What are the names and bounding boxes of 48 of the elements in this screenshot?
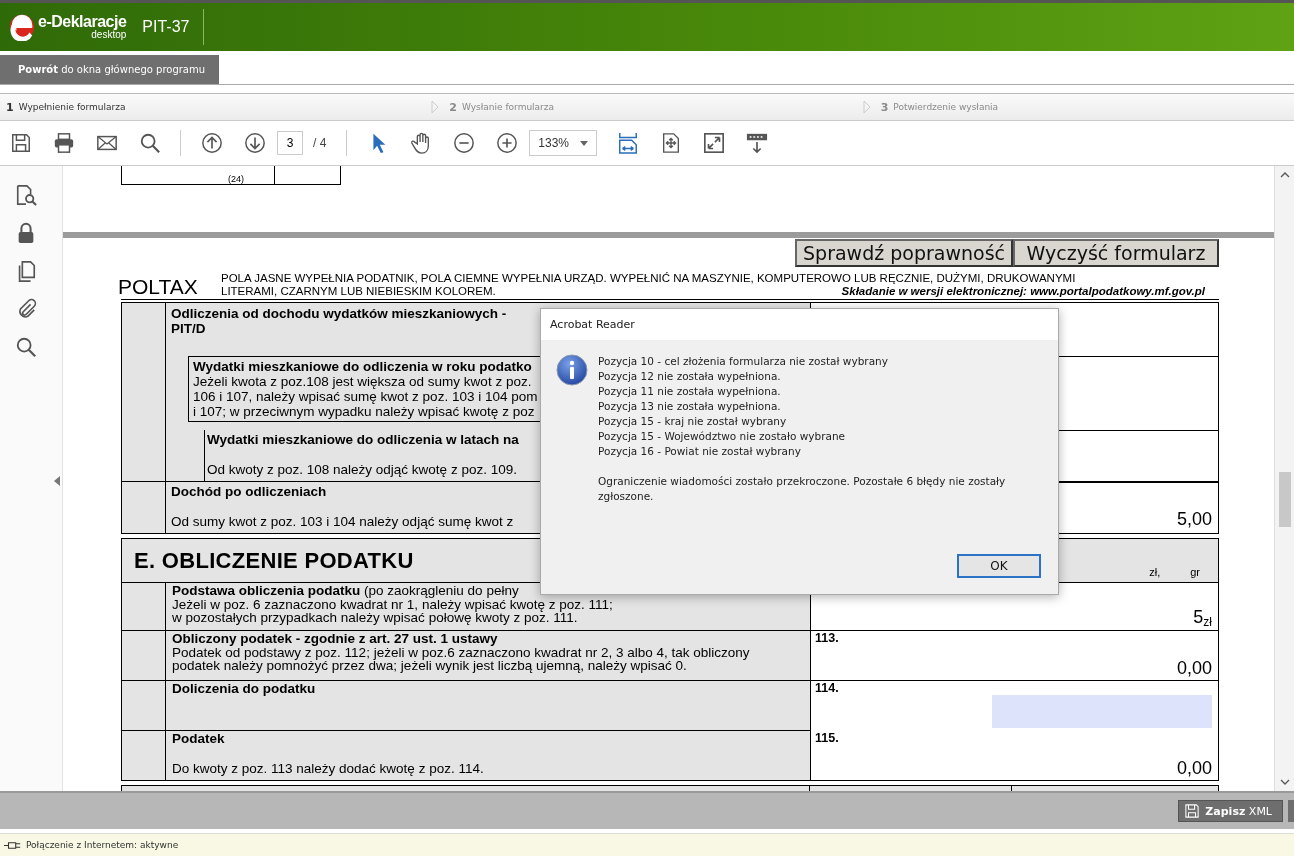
- poltax-label: POLTAX: [118, 276, 199, 298]
- field-title: Obliczony podatek - zgodnie z art. 27 ust. 1 ustawy: [172, 632, 498, 646]
- app-logo-name: e-Deklaracje: [38, 14, 127, 30]
- error-message: Pozycja 15 - kraj nie został wybrany: [598, 414, 788, 429]
- form-code-edition: (24): [228, 174, 244, 184]
- error-message: Pozycja 10 - cel złożenia formularza nie został wybrany: [598, 354, 889, 369]
- error-message: Pozycja 15 - Województwo nie zostało wybrane: [598, 429, 847, 444]
- app-logo-subtitle: desktop: [91, 30, 127, 40]
- error-message: Pozycja 16 - Powiat nie został wybrany: [598, 444, 802, 459]
- field-number: 115.: [815, 732, 840, 745]
- field-instruction: Od kwoty z poz. 108 należy odjąć kwotę z poz. 109.: [207, 462, 517, 477]
- field-number: 114.: [815, 682, 840, 695]
- section-title: E. OBLICZENIE PODATKU: [134, 547, 414, 574]
- field-number: 113.: [815, 632, 840, 645]
- field-instruction: w pozostałych przypadkach należy wpisać połowę kwoty z poz. 111.: [172, 611, 578, 625]
- form-title: PIT-37: [142, 18, 190, 36]
- field-value: 5,00: [1176, 509, 1212, 530]
- error-message: Pozycja 11 nie została wypełniona.: [598, 384, 782, 399]
- field-instruction: Od sumy kwot z poz. 103 i 104 należy odjąć sumę kwot z: [171, 514, 514, 529]
- dialog-note: Ograniczenie wiadomości zostało przekroczone. Pozostałe 6 błędy nie zostały zgłoszone.: [598, 474, 1007, 504]
- field-instruction: Podatek od podstawy z poz. 112; jeżeli w poz.6 zaznaczono kwadrat nr 2, 3 albo 4, tak obliczony: [172, 645, 750, 659]
- field-value: 5$_{zł}$: [1193, 607, 1212, 629]
- field-title: Doliczenia do podatku: [172, 682, 316, 696]
- electronic-filing-note: Składanie w wersji elektronicznej: www.portalpodatkowy.mf.gov.pl: [841, 285, 1205, 298]
- connection-status: Połączenie z Internetem: aktywne: [26, 840, 179, 850]
- field-title: Podstawa obliczenia podatku (po zaokrągleniu do pełny: [172, 584, 519, 598]
- field-title: Wydatki mieszkaniowe do odliczenia w latach na: [207, 432, 519, 447]
- unit-label: zł,: [1149, 566, 1161, 578]
- error-message: Pozycja 12 nie została wypełniona.: [598, 369, 782, 384]
- field-instruction: Jeżeli kwota z poz.108 jest większa od sumy kwot z poz.: [193, 374, 532, 389]
- field-instruction: Jeżeli w poz. 6 zaznaczono kwadrat nr 1, należy wpisać kwotę z poz. 111;: [172, 597, 613, 611]
- field-instruction: podatek należy pomnożyć przez dwa; jeżeli wynik jest liczbą ujemną, należy wpisać 0.: [172, 659, 687, 673]
- field-title: Dochód po odliczeniach: [171, 484, 327, 499]
- field-title: Podatek: [172, 732, 225, 746]
- instruction-text: POLA JASNE WYPEŁNIA PODATNIK, POLA CIEMNE WYPEŁNIA URZĄD. WYPEŁNIĆ NA MASZYNIE, KOMPUTEROWO LUB RĘCZNIE, DUŻYMI, DRUKOWANYMI: [221, 272, 1076, 285]
- field-instruction: PIT/D: [171, 321, 206, 336]
- unit-label: gr: [1190, 566, 1200, 578]
- field-instruction: 106 i 107, należy wpisać sumę kwot z poz. 103 i 104 pom: [193, 389, 538, 404]
- field-value: 0,00: [1176, 658, 1212, 679]
- field-value: 0,00: [1176, 758, 1212, 779]
- field-instruction: Do kwoty z poz. 113 należy dodać kwotę z poz. 114.: [172, 761, 484, 775]
- field-instruction: i 107; w przeciwnym wypadku należy wpisać kwotę z poz: [193, 404, 535, 419]
- field-title: Odliczenia od dochodu wydatków mieszkaniowych -: [171, 306, 507, 321]
- dialog-title: Acrobat Reader: [541, 309, 1058, 340]
- field-title: Wydatki mieszkaniowe do odliczenia w roku podatko: [193, 359, 532, 374]
- error-message: Pozycja 13 nie została wypełniona.: [598, 399, 782, 414]
- instruction-text: LITERAMI, CZARNYM LUB NIEBIESKIM KOLOREM.: [221, 285, 496, 298]
- page-total: / 4: [313, 136, 327, 150]
